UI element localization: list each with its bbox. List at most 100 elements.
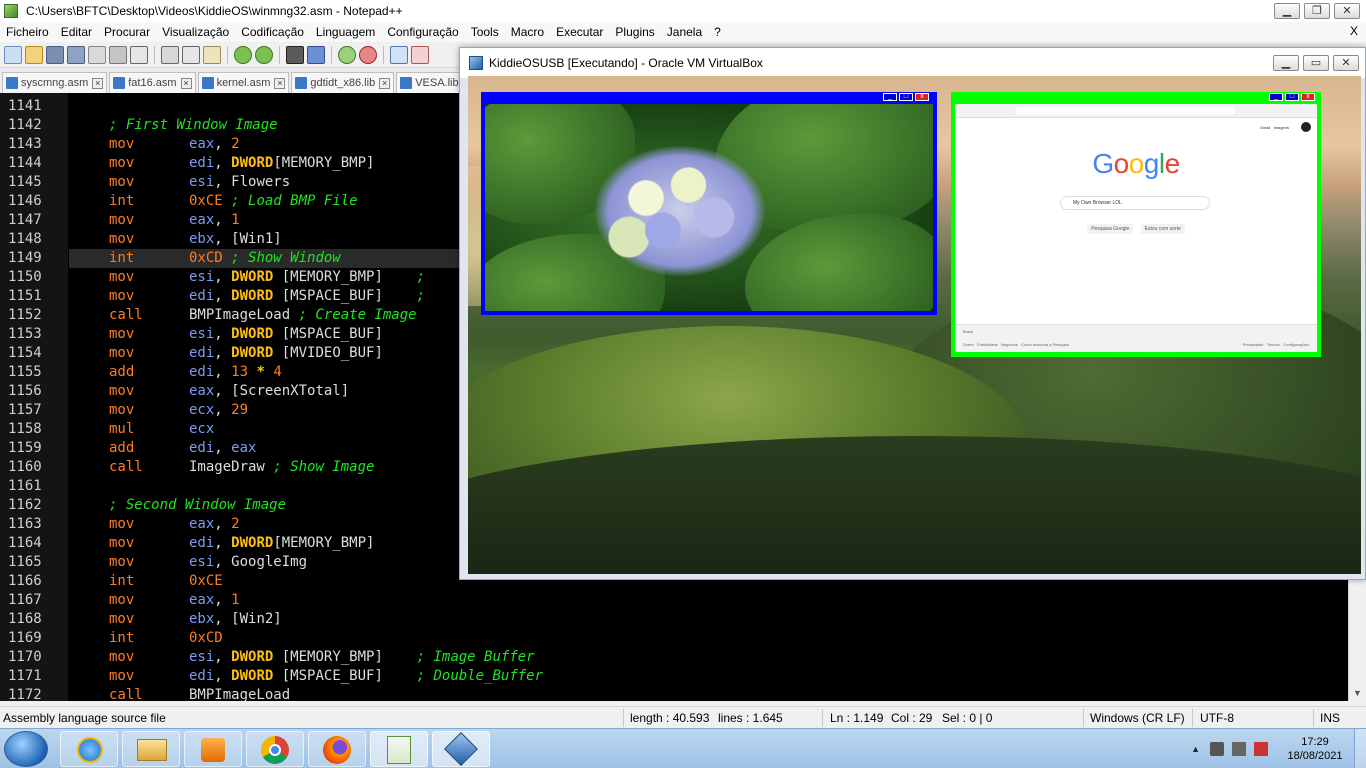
- token-num: 2: [231, 516, 240, 532]
- chrome-icon[interactable]: [246, 731, 304, 767]
- guest-close-button[interactable]: x: [915, 93, 929, 101]
- code-line[interactable]: 1171 mov edi, DWORD [MSPACE_BUF] ; Double_…: [0, 667, 1348, 686]
- code-line[interactable]: 1167 mov eax, 1: [0, 591, 1348, 610]
- show-desktop-button[interactable]: [1354, 729, 1366, 768]
- replace-icon[interactable]: [307, 45, 325, 64]
- action-center-icon[interactable]: [1254, 742, 1268, 756]
- token-idn: ,: [214, 668, 232, 684]
- virtualbox-title-bar[interactable]: KiddieOSUSB [Executando] - Oracle VM Vir…: [460, 48, 1365, 78]
- token-num: 13: [231, 364, 249, 380]
- code-line[interactable]: 1170 mov esi, DWORD [MEMORY_BMP] ; Image B…: [0, 648, 1348, 667]
- minimize-button[interactable]: ▁: [1274, 3, 1300, 19]
- guest-maximize-button[interactable]: □: [1285, 93, 1299, 101]
- tab-close-icon[interactable]: ×: [274, 77, 286, 89]
- menu-item[interactable]: Linguagem: [310, 25, 381, 39]
- start-button[interactable]: [4, 731, 48, 767]
- instruction: mov: [109, 516, 135, 532]
- code-line[interactable]: 1169 int 0xCD: [0, 629, 1348, 648]
- open-file-icon[interactable]: [25, 45, 43, 64]
- new-file-icon[interactable]: [4, 45, 22, 64]
- volume-icon[interactable]: [1210, 742, 1224, 756]
- close-file-icon[interactable]: [88, 45, 106, 64]
- window-title: C:\Users\BFTC\Desktop\Videos\KiddieOS\wi…: [26, 4, 403, 18]
- maximize-button[interactable]: ❐: [1304, 3, 1330, 19]
- copy-icon[interactable]: [182, 45, 200, 64]
- media-player-icon[interactable]: [184, 731, 242, 767]
- search-text: My Own Browser LOL: [1073, 200, 1122, 206]
- guest-maximize-button[interactable]: □: [899, 93, 913, 101]
- tab-close-icon[interactable]: ×: [92, 77, 104, 89]
- menu-item[interactable]: Plugins: [609, 25, 660, 39]
- virtualbox-window[interactable]: KiddieOSUSB [Executando] - Oracle VM Vir…: [459, 47, 1366, 580]
- paste-icon[interactable]: [203, 45, 221, 64]
- code-line[interactable]: 1172 call BMPImageLoad: [0, 686, 1348, 701]
- virtualbox-icon[interactable]: [432, 731, 490, 767]
- menu-item[interactable]: ?: [708, 25, 727, 39]
- cut-icon[interactable]: [161, 45, 179, 64]
- document-tab[interactable]: kernel.asm ×: [197, 72, 290, 93]
- guest-minimize-button[interactable]: _: [883, 93, 897, 101]
- clock[interactable]: 17:29 18/08/2021: [1276, 735, 1354, 763]
- zoom-out-icon[interactable]: [359, 45, 377, 64]
- redo-icon[interactable]: [255, 45, 273, 64]
- print-icon[interactable]: [130, 45, 148, 64]
- document-tab[interactable]: syscmng.asm ×: [2, 72, 108, 93]
- instruction: call: [109, 459, 143, 475]
- menu-item[interactable]: Visualização: [156, 25, 235, 39]
- menu-close-document-button[interactable]: X: [1350, 24, 1358, 38]
- guest-window-google[interactable]: _ □ x Gmail Imagens Google My Own Browse…: [951, 92, 1321, 357]
- notepadpp-icon[interactable]: [370, 731, 428, 767]
- explorer-icon[interactable]: [122, 731, 180, 767]
- menu-item[interactable]: Macro: [505, 25, 550, 39]
- line-number: 1161: [8, 478, 42, 494]
- menu-item[interactable]: Tools: [465, 25, 505, 39]
- notepadpp-title-bar[interactable]: C:\Users\BFTC\Desktop\Videos\KiddieOS\wi…: [0, 0, 1366, 22]
- close-button[interactable]: ✕: [1334, 3, 1360, 19]
- menu-item[interactable]: Executar: [550, 25, 609, 39]
- menu-item[interactable]: Janela: [661, 25, 708, 39]
- vbox-maximize-button[interactable]: ▭: [1303, 55, 1329, 71]
- guest-window-flowers[interactable]: _ □ x: [481, 92, 937, 315]
- guest-minimize-button[interactable]: _: [1269, 93, 1283, 101]
- vm-display[interactable]: _ □ x _ □ x Gmail Imagens Google My Own …: [468, 76, 1361, 574]
- code-line[interactable]: 1168 mov ebx, [Win2]: [0, 610, 1348, 629]
- find-icon[interactable]: [286, 45, 304, 64]
- operands: edi, eax: [189, 439, 256, 458]
- operands: BMPImageLoad: [189, 686, 290, 701]
- close-all-icon[interactable]: [109, 45, 127, 64]
- token-idn: [MEMORY_BMP]: [273, 649, 417, 665]
- zoom-in-icon[interactable]: [338, 45, 356, 64]
- tab-close-icon[interactable]: ×: [180, 77, 192, 89]
- firefox-icon[interactable]: [308, 731, 366, 767]
- save-icon[interactable]: [46, 45, 64, 64]
- sync-horizontal-icon[interactable]: [411, 45, 429, 64]
- wallpaper-forest: [468, 436, 1361, 574]
- save-all-icon[interactable]: [67, 45, 85, 64]
- images-link: Imagens: [1273, 125, 1289, 130]
- guest-close-button[interactable]: x: [1301, 93, 1315, 101]
- token-idn: ,: [214, 535, 232, 551]
- vbox-minimize-button[interactable]: ▁: [1273, 55, 1299, 71]
- line-number: 1146: [8, 193, 42, 209]
- menu-item[interactable]: Ficheiro: [0, 25, 55, 39]
- sync-vertical-icon[interactable]: [390, 45, 408, 64]
- token-idn: BMPImageLoad: [189, 687, 291, 701]
- vbox-close-button[interactable]: ✕: [1333, 55, 1359, 71]
- document-tab[interactable]: fat16.asm ×: [109, 72, 196, 93]
- undo-icon[interactable]: [234, 45, 252, 64]
- menu-item[interactable]: Configuração: [381, 25, 464, 39]
- footer-country: Brasil: [963, 329, 974, 334]
- status-insert-mode: INS: [1320, 711, 1341, 725]
- status-separator: [1313, 709, 1314, 727]
- menu-item[interactable]: Codificação: [235, 25, 310, 39]
- document-tab[interactable]: gdtidt_x86.lib ×: [291, 72, 395, 93]
- menu-item[interactable]: Editar: [55, 25, 98, 39]
- show-hidden-icons-icon[interactable]: ▲: [1191, 744, 1200, 754]
- tab-close-icon[interactable]: ×: [379, 77, 391, 89]
- ie-icon[interactable]: [60, 731, 118, 767]
- token-num: 29: [231, 402, 249, 418]
- menu-item[interactable]: Procurar: [98, 25, 156, 39]
- network-icon[interactable]: [1232, 742, 1246, 756]
- line-number: 1153: [8, 326, 42, 342]
- scroll-down-arrow-icon[interactable]: ▼: [1353, 688, 1362, 698]
